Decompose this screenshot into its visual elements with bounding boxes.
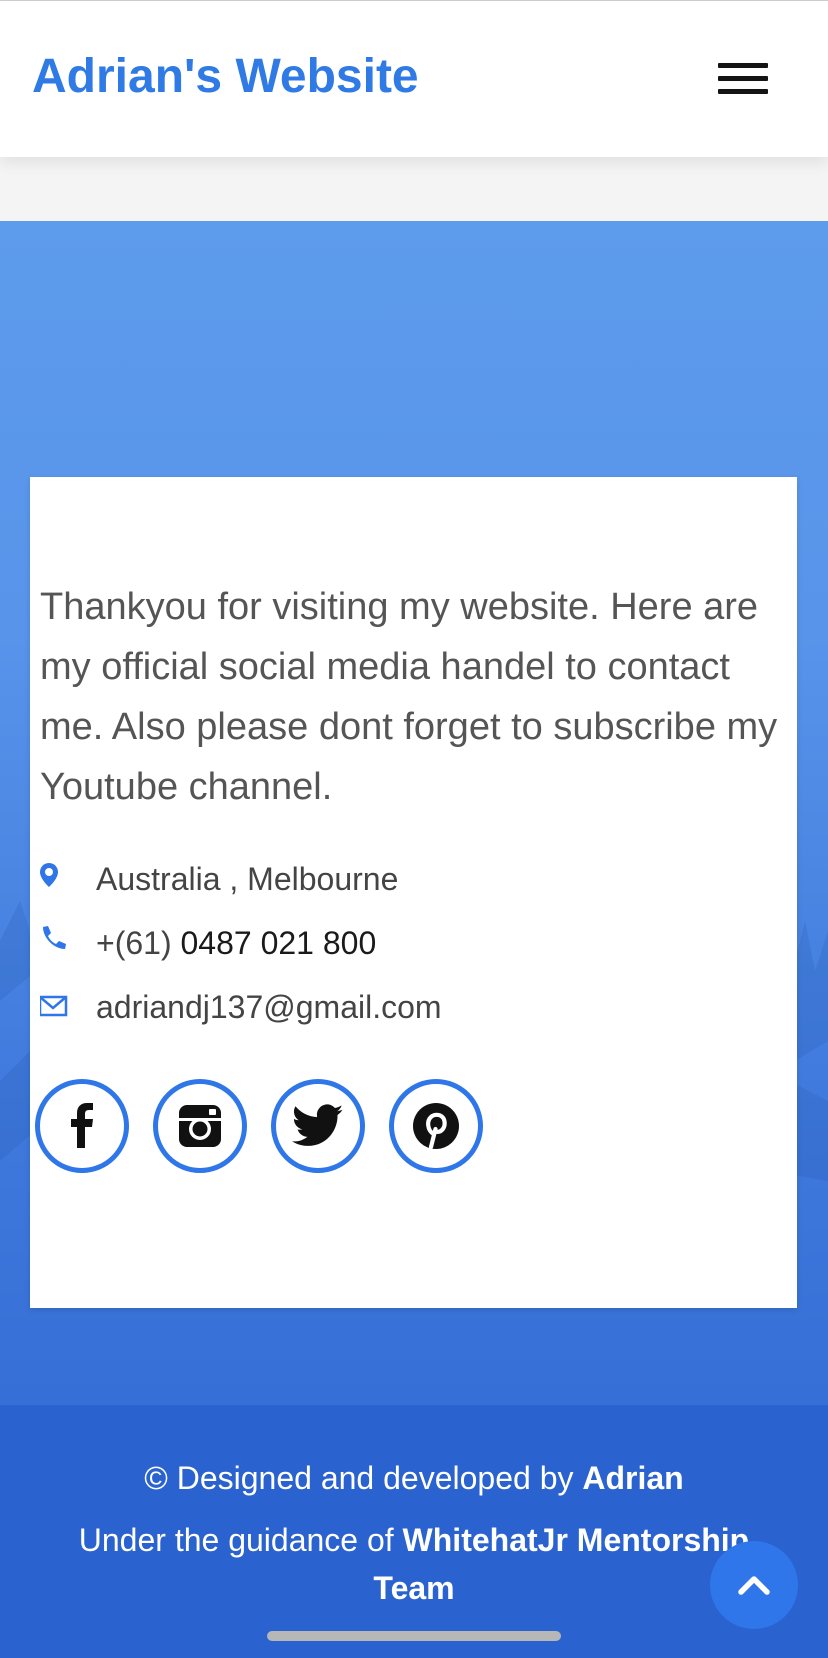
thank-you-message: Thankyou for visiting my website. Here a… [40,586,778,808]
home-indicator [267,1631,561,1641]
scroll-to-top-button[interactable] [710,1541,798,1629]
pinterest-icon [413,1103,459,1150]
facebook-button[interactable] [35,1079,129,1173]
pinterest-button[interactable] [389,1079,483,1173]
chevron-up-icon [738,1576,770,1595]
copyright-prefix: © Designed and developed by [144,1460,583,1496]
footer: © Designed and developed by Adrian Under… [0,1405,828,1658]
brand-title[interactable]: Adrian's Website [32,49,419,104]
phone-digits: 0487 021 800 [180,925,377,961]
copyright-line: © Designed and developed by Adrian [0,1460,828,1497]
author-name: Adrian [582,1460,684,1496]
guidance-line: Under the guidance of WhitehatJr Mentors… [40,1516,788,1612]
envelope-icon [40,995,68,1017]
navbar: Adrian's Website [0,1,828,157]
menu-bar [718,89,768,94]
twitter-icon [292,1104,344,1146]
location-text: Australia , Melbourne [96,861,399,897]
instagram-button[interactable] [153,1079,247,1173]
map-pin-icon [40,863,58,887]
contact-card: Thankyou for visiting my website. Here a… [30,477,797,1308]
phone-icon [43,926,66,949]
menu-bar [718,76,768,81]
facebook-icon [71,1103,93,1148]
hamburger-menu-icon[interactable] [716,60,770,98]
menu-bar [718,63,768,68]
phone-country-code: +(61) [96,925,172,961]
email-link[interactable]: adriandj137@gmail.com [96,989,442,1026]
header-spacer [0,157,828,221]
phone-number[interactable]: +(61) 0487 021 800 [96,925,376,962]
twitter-button[interactable] [271,1079,365,1173]
instagram-icon [179,1105,221,1147]
mentorship-team: WhitehatJr Mentorship Team [373,1522,750,1606]
guidance-prefix: Under the guidance of [78,1522,403,1558]
